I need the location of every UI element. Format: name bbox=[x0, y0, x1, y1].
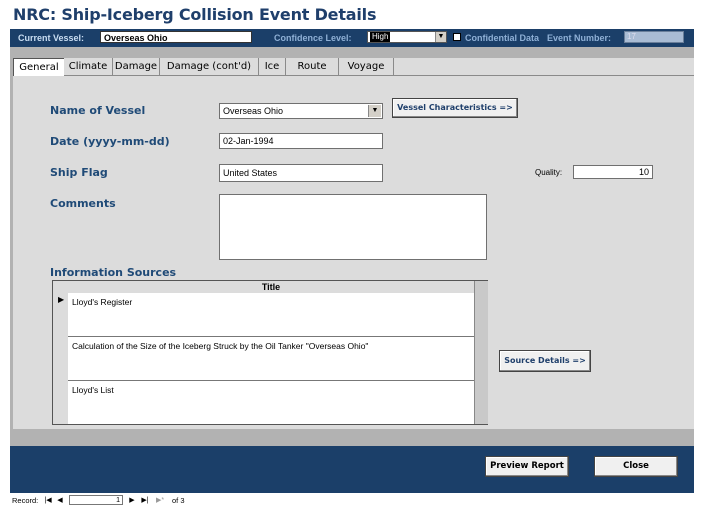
preview-report-button[interactable]: Preview Report bbox=[485, 456, 569, 477]
tab-climate[interactable]: Climate bbox=[64, 58, 113, 75]
first-record-icon[interactable]: |◀ bbox=[43, 496, 53, 505]
table-row[interactable]: Lloyd's List bbox=[68, 381, 474, 424]
date-label: Date (yyyy-mm-dd) bbox=[50, 135, 170, 148]
source-title-cell[interactable]: Lloyd's Register bbox=[72, 297, 132, 307]
footer-band bbox=[10, 446, 694, 493]
tab-voyage[interactable]: Voyage bbox=[339, 58, 394, 75]
record-total: of 3 bbox=[172, 496, 185, 505]
table-row[interactable]: Lloyd's Register bbox=[68, 293, 474, 337]
grid-scrollbar[interactable] bbox=[474, 281, 488, 424]
row-selector-icon: ▶ bbox=[58, 295, 65, 304]
window-title: NRC: Ship-Iceberg Collision Event Detail… bbox=[13, 5, 377, 24]
prev-record-icon[interactable]: ◀ bbox=[55, 496, 65, 505]
quality-field[interactable]: 10 bbox=[573, 165, 653, 179]
tab-ice[interactable]: Ice bbox=[259, 58, 286, 75]
confidence-level-label: Confidence Level: bbox=[274, 33, 352, 43]
close-button[interactable]: Close bbox=[594, 456, 678, 477]
quality-label: Quality: bbox=[535, 168, 563, 177]
record-number-field[interactable]: 1 bbox=[69, 495, 123, 505]
tab-general[interactable]: General bbox=[13, 58, 65, 76]
tab-damage-contd[interactable]: Damage (cont'd) bbox=[160, 58, 259, 75]
source-title-cell[interactable]: Lloyd's List bbox=[72, 385, 114, 395]
source-details-button[interactable]: Source Details => bbox=[499, 350, 591, 372]
header-band: Current Vessel: Overseas Ohio Confidence… bbox=[10, 29, 694, 47]
tab-route[interactable]: Route bbox=[286, 58, 339, 75]
ship-flag-label: Ship Flag bbox=[50, 166, 108, 179]
next-record-icon[interactable]: ▶ bbox=[127, 496, 137, 505]
ship-flag-field[interactable]: United States bbox=[219, 164, 383, 182]
event-number-field: 17 bbox=[624, 31, 684, 43]
tab-damage[interactable]: Damage bbox=[113, 58, 160, 75]
date-field[interactable]: 02-Jan-1994 bbox=[219, 133, 383, 149]
vessel-name-value: Overseas Ohio bbox=[223, 106, 284, 116]
vessel-characteristics-button[interactable]: Vessel Characteristics => bbox=[392, 98, 518, 118]
current-vessel-label: Current Vessel: bbox=[18, 33, 85, 43]
comments-field[interactable] bbox=[219, 194, 487, 260]
new-record-icon[interactable]: ▶* bbox=[153, 496, 167, 505]
comments-label: Comments bbox=[50, 197, 116, 210]
chevron-down-icon[interactable]: ▼ bbox=[435, 32, 446, 42]
source-title-cell[interactable]: Calculation of the Size of the Iceberg S… bbox=[72, 341, 368, 351]
last-record-icon[interactable]: ▶| bbox=[139, 496, 151, 505]
confidence-level-select[interactable]: High ▼ bbox=[367, 31, 447, 43]
record-label: Record: bbox=[12, 496, 39, 505]
name-of-vessel-label: Name of Vessel bbox=[50, 104, 146, 117]
table-row[interactable]: Calculation of the Size of the Iceberg S… bbox=[68, 337, 474, 381]
information-sources-label: Information Sources bbox=[50, 266, 177, 279]
confidence-level-value: High bbox=[370, 32, 391, 42]
confidential-data-label: Confidential Data bbox=[465, 33, 540, 43]
vessel-name-select[interactable]: Overseas Ohio ▼ bbox=[219, 103, 383, 119]
event-number-label: Event Number: bbox=[547, 33, 612, 43]
chevron-down-icon[interactable]: ▼ bbox=[368, 105, 381, 117]
confidential-data-checkbox[interactable] bbox=[453, 33, 461, 41]
tab-divider bbox=[64, 75, 694, 76]
current-vessel-field[interactable]: Overseas Ohio bbox=[100, 31, 252, 43]
